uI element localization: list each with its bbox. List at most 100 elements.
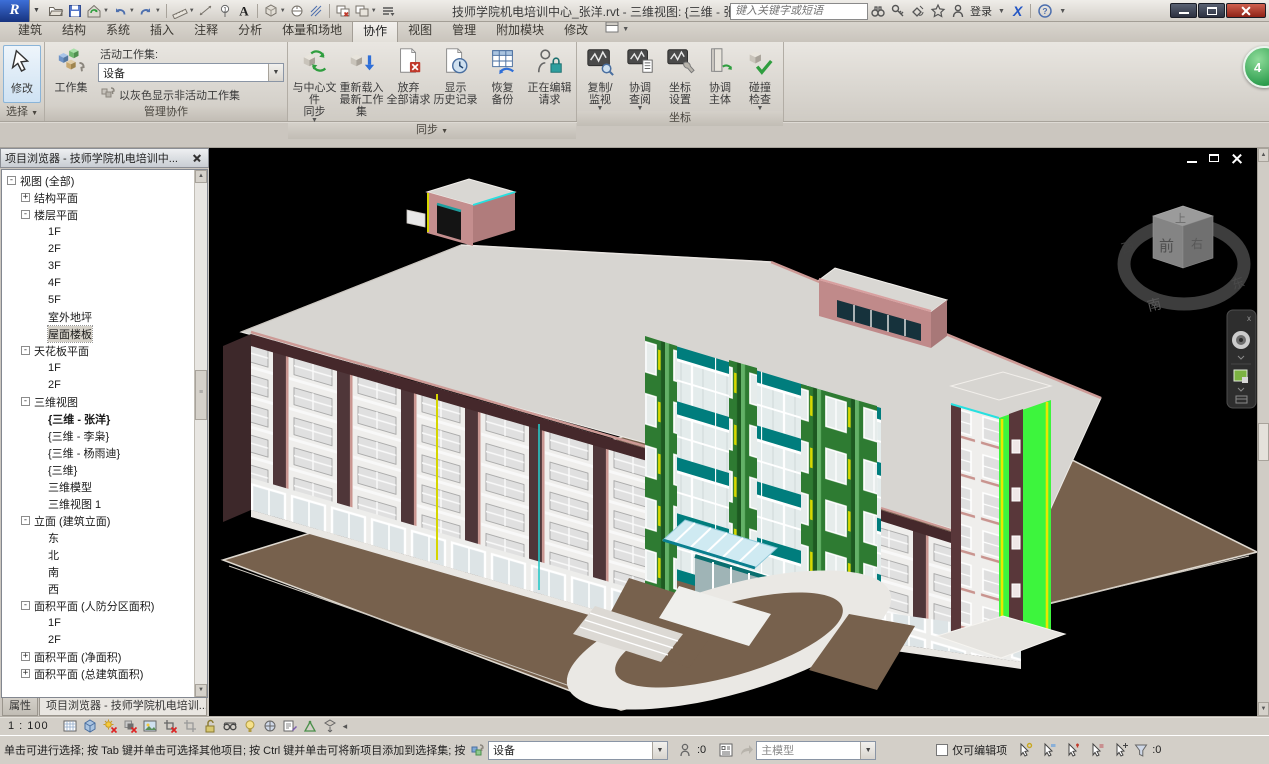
scroll-up-icon[interactable]: ▲ [195,170,207,183]
collapse-arrow-icon[interactable]: ◂ [343,721,348,732]
select-by-face-icon[interactable] [1087,740,1107,760]
viewcube[interactable]: 前 右 上 南 东 西 [1120,206,1247,314]
tree-item[interactable]: {三维 - 李枭} [2,427,207,444]
tree-item[interactable]: +面积平面 (净面积) [2,648,207,665]
help-icon[interactable]: ? [1035,2,1055,20]
redo-button[interactable]: ▼ [137,2,162,20]
sign-in-icon[interactable] [948,2,968,20]
tree-item[interactable]: 2F [2,376,207,393]
restore-button[interactable] [1198,3,1225,18]
scroll-down-icon[interactable]: ▼ [1258,702,1269,716]
application-menu-button[interactable]: R [0,0,30,22]
tree-item[interactable]: 4F [2,274,207,291]
coordination-host-button[interactable]: 协调 主体 [700,45,740,106]
tree-item[interactable]: 南 [2,563,207,580]
ribbon-tab-视图[interactable]: 视图 [398,19,442,42]
sign-in-arrow-icon[interactable]: ▼ [994,8,1009,15]
tree-item[interactable]: 三维模型 [2,478,207,495]
tree-item[interactable]: -立面 (建筑立面) [2,512,207,529]
dimension-button[interactable] [197,2,215,20]
tag-button[interactable]: 1 [216,2,234,20]
scrollbar-thumb[interactable] [1258,423,1269,461]
scrollbar-thumb[interactable]: ≡ [195,370,207,420]
reveal-hidden-icon[interactable] [241,718,259,735]
checkbox-icon[interactable] [936,744,948,756]
ribbon-tab-附加模块[interactable]: 附加模块 [486,19,554,42]
measure-button[interactable]: ▼ [171,2,196,20]
collapse-icon[interactable]: - [21,516,30,525]
scroll-down-icon[interactable]: ▼ [195,684,207,697]
restore-backup-button[interactable]: 恢复 备份 [479,45,526,106]
favorites-icon[interactable] [928,2,948,20]
tree-item[interactable]: 北 [2,546,207,563]
ribbon-tab-插入[interactable]: 插入 [140,19,184,42]
ribbon-tab-结构[interactable]: 结构 [52,19,96,42]
notification-badge[interactable]: 4 [1243,46,1269,88]
search-icon[interactable] [868,2,888,20]
view3d-button[interactable]: ▼ [262,2,287,20]
unlocked-view-icon[interactable] [201,718,219,735]
collapse-icon[interactable]: - [21,346,30,355]
tree-item[interactable]: 东 [2,529,207,546]
select-links-icon[interactable] [1015,740,1035,760]
collapse-icon[interactable]: - [21,397,30,406]
reload-latest-button[interactable]: 重新载入 最新工作集 [338,45,385,118]
displacement-sets-icon[interactable] [321,718,339,735]
ribbon-tab-分析[interactable]: 分析 [228,19,272,42]
expand-icon[interactable]: + [21,652,30,661]
application-menu-arrow-icon[interactable]: ▼ [30,7,43,14]
copy-monitor-button[interactable]: 复制/ 监视▼ [580,45,620,111]
dock-tab[interactable]: 项目浏览器 - 技师学院机电培训... [39,696,207,716]
building-3d-view[interactable]: 前 右 上 南 东 西 x [209,148,1257,716]
ribbon-tab-管理[interactable]: 管理 [442,19,486,42]
communication-center-icon[interactable] [908,2,928,20]
tree-item[interactable]: -天花板平面 [2,342,207,359]
ribbon-display-toggle[interactable]: ▼ [604,19,629,42]
select-underlay-icon[interactable] [1039,740,1059,760]
editing-requests-icon[interactable] [676,740,696,760]
tree-item[interactable]: {三维} [2,461,207,478]
expand-icon[interactable]: + [21,669,30,678]
visual-style-icon[interactable] [81,718,99,735]
show-history-button[interactable]: 显示 历史记录 [432,45,479,106]
gray-inactive-worksets-button[interactable]: 以灰色显示非活动工作集 [100,85,284,104]
sign-in-label[interactable]: 登录 [968,3,994,19]
active-workset-status-dropdown[interactable]: 设备 ▼ [488,741,668,760]
detail-level-icon[interactable] [61,718,79,735]
view-close-icon[interactable] [1230,153,1243,164]
section-button[interactable] [288,2,306,20]
scroll-up-icon[interactable]: ▲ [1258,148,1269,162]
view-scale-button[interactable]: 1 : 100 [8,720,49,732]
tree-item[interactable]: -三维视图 [2,393,207,410]
drawing-area[interactable]: 前 右 上 南 东 西 x [209,148,1257,716]
ribbon-tab-建筑[interactable]: 建筑 [8,19,52,42]
subscription-icon[interactable] [888,2,908,20]
project-browser-scrollbar[interactable]: ▲ ≡ ▼ [194,170,207,697]
tree-item[interactable]: +面积平面 (总建筑面积) [2,665,207,682]
coordination-review-button[interactable]: 协调 查阅▼ [620,45,660,111]
coordinates-button[interactable]: 坐标 设置 [660,45,700,106]
shadows-off-icon[interactable] [121,718,139,735]
filter-icon[interactable] [1131,740,1151,760]
select-panel-label[interactable]: 选择 ▼ [0,105,44,121]
ribbon-tab-协作[interactable]: 协作 [352,19,398,42]
worksets-button[interactable]: 工作集 [48,45,94,94]
ribbon-tab-修改[interactable]: 修改 [554,19,598,42]
editable-only-checkbox[interactable]: 仅可编辑项 [936,742,1007,758]
tree-item[interactable]: 2F [2,631,207,648]
view-minimize-icon[interactable] [1186,153,1199,164]
navigation-bar[interactable]: x [1227,310,1256,408]
temporary-hide-isolate-icon[interactable] [221,718,239,735]
collapse-icon[interactable]: - [21,210,30,219]
switch-windows-button[interactable]: ▼ [353,2,378,20]
tree-item[interactable]: 西 [2,580,207,597]
search-input[interactable] [730,3,868,20]
active-workset-dropdown[interactable]: 设备 ▼ [98,63,284,82]
tree-item[interactable]: {三维 - 杨雨迪} [2,444,207,461]
design-options-icon[interactable] [716,740,736,760]
close-icon[interactable] [190,152,204,164]
close-button[interactable] [1226,3,1266,18]
tree-item[interactable]: +结构平面 [2,189,207,206]
tree-item[interactable]: -楼层平面 [2,206,207,223]
tree-item[interactable]: {三维 - 张洋} [2,410,207,427]
